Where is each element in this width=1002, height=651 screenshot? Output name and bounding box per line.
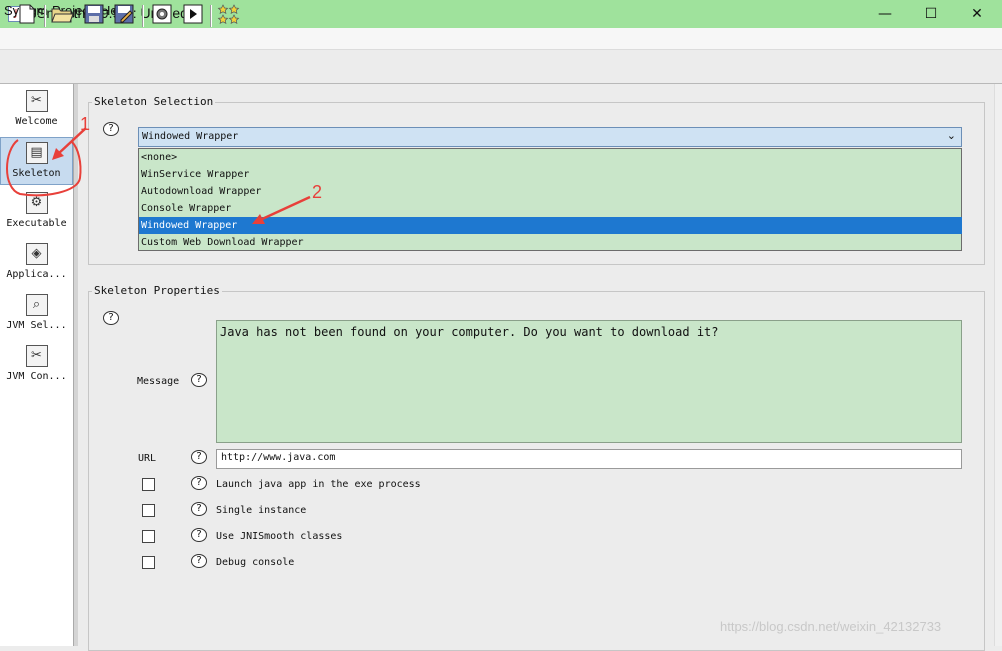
annotation-circle — [6, 139, 82, 197]
annotation-arrow-2 — [259, 195, 311, 222]
annotation-number-2: 2 — [312, 182, 323, 202]
annotation-overlay — [6, 127, 311, 224]
watermark: https://blog.csdn.net/weixin_42132733 — [720, 619, 942, 634]
annotation-number-1: 1 — [80, 114, 91, 134]
